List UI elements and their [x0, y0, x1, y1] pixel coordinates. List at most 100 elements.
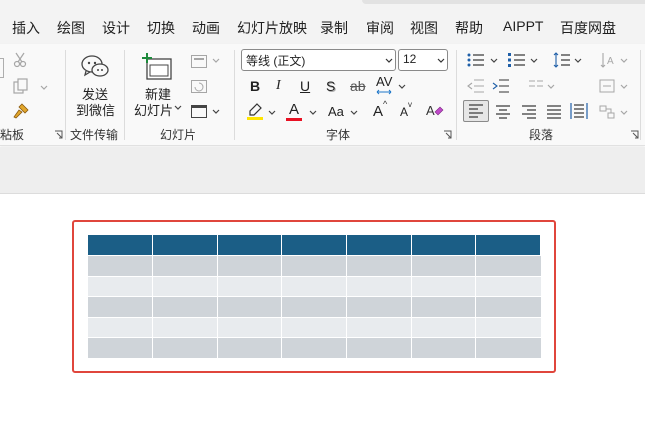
table-cell[interactable]	[346, 337, 412, 360]
decrease-indent-icon[interactable]	[467, 78, 485, 94]
paste-icon[interactable]	[0, 58, 4, 78]
cut-icon[interactable]	[12, 52, 28, 68]
bullets-icon[interactable]	[467, 52, 485, 68]
underline-button[interactable]: U	[300, 78, 310, 94]
tab-record[interactable]: 录制	[320, 18, 348, 38]
bullets-chevron-down-icon[interactable]	[490, 58, 498, 64]
slide-table[interactable]	[88, 235, 541, 360]
paragraph-dialog-launcher-icon[interactable]	[630, 130, 639, 139]
table-cell[interactable]	[217, 296, 283, 318]
char-spacing-chevron-down-icon[interactable]	[398, 84, 406, 90]
table-cell[interactable]	[152, 255, 218, 277]
text-direction-chevron-down-icon[interactable]	[620, 58, 628, 64]
tab-aippt[interactable]: AIPPT	[503, 18, 543, 34]
strikethrough-button[interactable]: ab	[350, 78, 366, 94]
table-cell[interactable]	[475, 276, 541, 297]
table-header-cell[interactable]	[475, 235, 541, 256]
italic-button[interactable]: I	[276, 78, 281, 94]
table-cell[interactable]	[88, 296, 154, 318]
clipboard-dialog-launcher-icon[interactable]	[54, 130, 63, 139]
table-cell[interactable]	[217, 337, 283, 360]
table-cell[interactable]	[411, 317, 477, 338]
highlight-chevron-down-icon[interactable]	[268, 110, 276, 116]
table-cell[interactable]	[217, 255, 283, 277]
font-name-chevron-down-icon[interactable]	[385, 58, 393, 64]
table-cell[interactable]	[346, 317, 412, 338]
table-cell[interactable]	[346, 255, 412, 277]
tab-view[interactable]: 视图	[410, 18, 438, 38]
table-cell[interactable]	[152, 276, 218, 297]
font-name-combo[interactable]: 等线 (正文)	[241, 49, 396, 71]
align-text-icon[interactable]	[598, 78, 616, 94]
align-left-button[interactable]	[463, 100, 489, 122]
justify-icon[interactable]	[545, 104, 563, 120]
grow-font-button[interactable]: A	[373, 103, 383, 120]
slide-layout-icon[interactable]	[190, 54, 208, 68]
shrink-font-button[interactable]: A	[400, 105, 408, 119]
shadow-button[interactable]: S	[326, 78, 335, 94]
table-cell[interactable]	[88, 255, 154, 277]
table-header-cell[interactable]	[411, 235, 477, 256]
clear-formatting-icon[interactable]: A	[426, 102, 444, 120]
table-header-cell[interactable]	[152, 235, 218, 256]
section-icon[interactable]	[190, 104, 208, 118]
font-size-chevron-down-icon[interactable]	[437, 58, 445, 64]
table-cell[interactable]	[217, 317, 283, 338]
table-cell[interactable]	[475, 337, 541, 360]
distributed-icon[interactable]	[570, 102, 588, 120]
table-cell[interactable]	[411, 255, 477, 277]
character-spacing-button[interactable]: AV	[376, 74, 392, 89]
table-cell[interactable]	[411, 276, 477, 297]
align-text-chevron-down-icon[interactable]	[620, 84, 628, 90]
numbering-icon[interactable]	[508, 52, 526, 68]
table-cell[interactable]	[88, 317, 154, 338]
change-case-button[interactable]: Aa	[328, 104, 344, 119]
columns-icon[interactable]	[527, 78, 545, 94]
bold-button[interactable]: B	[250, 78, 260, 94]
table-cell[interactable]	[411, 296, 477, 318]
table-header-cell[interactable]	[88, 235, 154, 256]
tab-draw[interactable]: 绘图	[57, 18, 85, 38]
font-color-chevron-down-icon[interactable]	[309, 110, 317, 116]
columns-chevron-down-icon[interactable]	[547, 84, 555, 90]
table-cell[interactable]	[281, 317, 348, 338]
font-dialog-launcher-icon[interactable]	[443, 130, 452, 139]
tab-design[interactable]: 设计	[102, 18, 130, 38]
copy-icon[interactable]	[12, 77, 30, 95]
table-cell[interactable]	[475, 317, 541, 338]
table-cell[interactable]	[346, 296, 412, 318]
table-header-cell[interactable]	[217, 235, 283, 256]
align-right-icon[interactable]	[520, 104, 538, 120]
copy-dropdown-chevron-icon[interactable]	[40, 85, 48, 91]
table-cell[interactable]	[281, 337, 348, 360]
table-cell[interactable]	[88, 337, 154, 360]
table-cell[interactable]	[152, 296, 218, 318]
table-cell[interactable]	[152, 317, 218, 338]
table-cell[interactable]	[281, 255, 348, 277]
tab-insert[interactable]: 插入	[12, 18, 40, 38]
font-color-button[interactable]: A	[289, 101, 299, 118]
line-spacing-icon[interactable]	[553, 51, 571, 69]
align-center-icon[interactable]	[494, 104, 512, 120]
tab-transitions[interactable]: 切换	[147, 18, 175, 38]
numbering-chevron-down-icon[interactable]	[530, 58, 538, 64]
new-slide-label-2[interactable]: 幻灯片	[134, 100, 173, 119]
change-case-chevron-down-icon[interactable]	[350, 110, 358, 116]
wechat-send-icon[interactable]	[78, 52, 112, 82]
smartart-chevron-down-icon[interactable]	[620, 110, 628, 116]
new-slide-chevron-down-icon[interactable]	[174, 105, 182, 111]
table-cell[interactable]	[475, 296, 541, 318]
table-cell[interactable]	[281, 276, 348, 297]
tab-slideshow[interactable]: 幻灯片放映	[237, 18, 307, 38]
table-cell[interactable]	[217, 276, 283, 297]
send-to-wechat-label-2[interactable]: 到微信	[76, 100, 115, 119]
tab-baidu-netdisk[interactable]: 百度网盘	[560, 18, 616, 38]
highlight-pen-icon[interactable]	[246, 102, 264, 120]
table-cell[interactable]	[281, 296, 348, 318]
table-cell[interactable]	[88, 276, 154, 297]
table-header-cell[interactable]	[346, 235, 412, 256]
reset-slide-icon[interactable]	[190, 79, 208, 93]
new-slide-icon[interactable]	[140, 52, 174, 82]
table-cell[interactable]	[475, 255, 541, 277]
table-cell[interactable]	[411, 337, 477, 360]
